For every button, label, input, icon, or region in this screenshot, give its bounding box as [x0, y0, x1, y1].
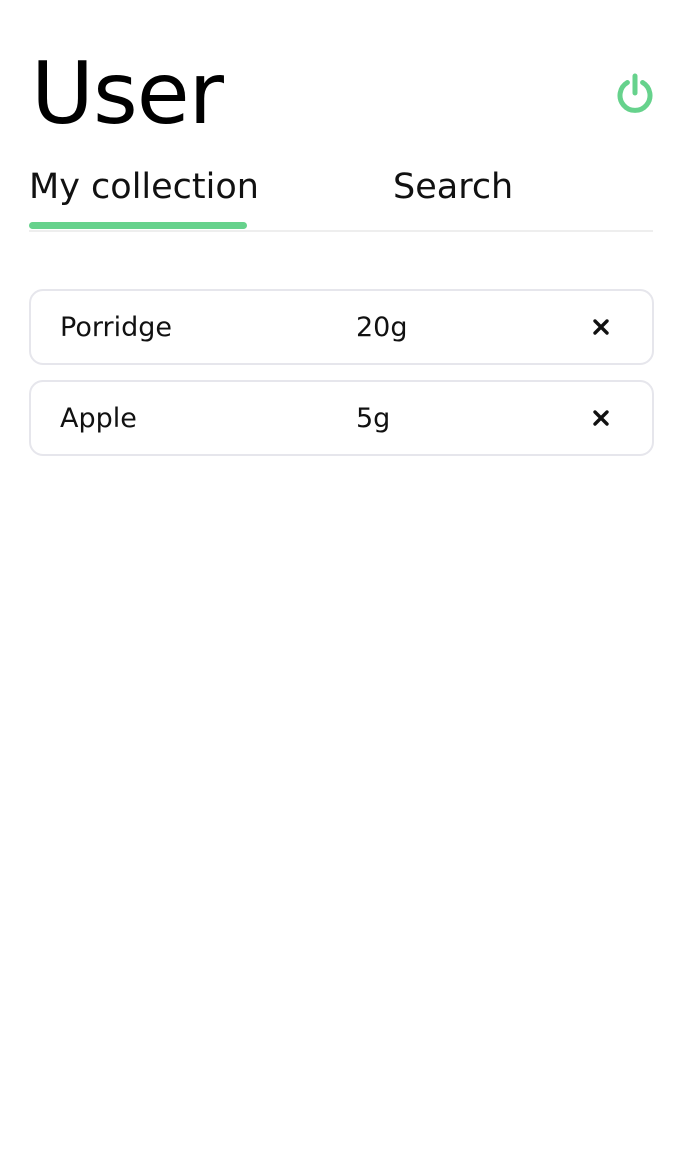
tab-search[interactable]: Search — [393, 162, 523, 224]
list-item: Porridge 20g — [29, 289, 654, 365]
power-icon — [617, 73, 653, 113]
close-icon — [593, 319, 609, 335]
item-amount: 5g — [356, 403, 391, 434]
page-title: User — [31, 44, 224, 144]
item-name: Apple — [60, 403, 137, 434]
remove-item-button[interactable] — [587, 313, 615, 341]
item-name: Porridge — [60, 312, 172, 343]
remove-item-button[interactable] — [587, 404, 615, 432]
active-tab-indicator — [29, 222, 247, 229]
list-item: Apple 5g — [29, 380, 654, 456]
tab-my-collection[interactable]: My collection — [29, 162, 259, 224]
logout-button[interactable] — [614, 72, 656, 114]
item-amount: 20g — [356, 312, 408, 343]
tab-bar: My collection Search — [29, 162, 653, 232]
collection-list: Porridge 20g Apple 5g — [29, 289, 654, 471]
close-icon — [593, 410, 609, 426]
